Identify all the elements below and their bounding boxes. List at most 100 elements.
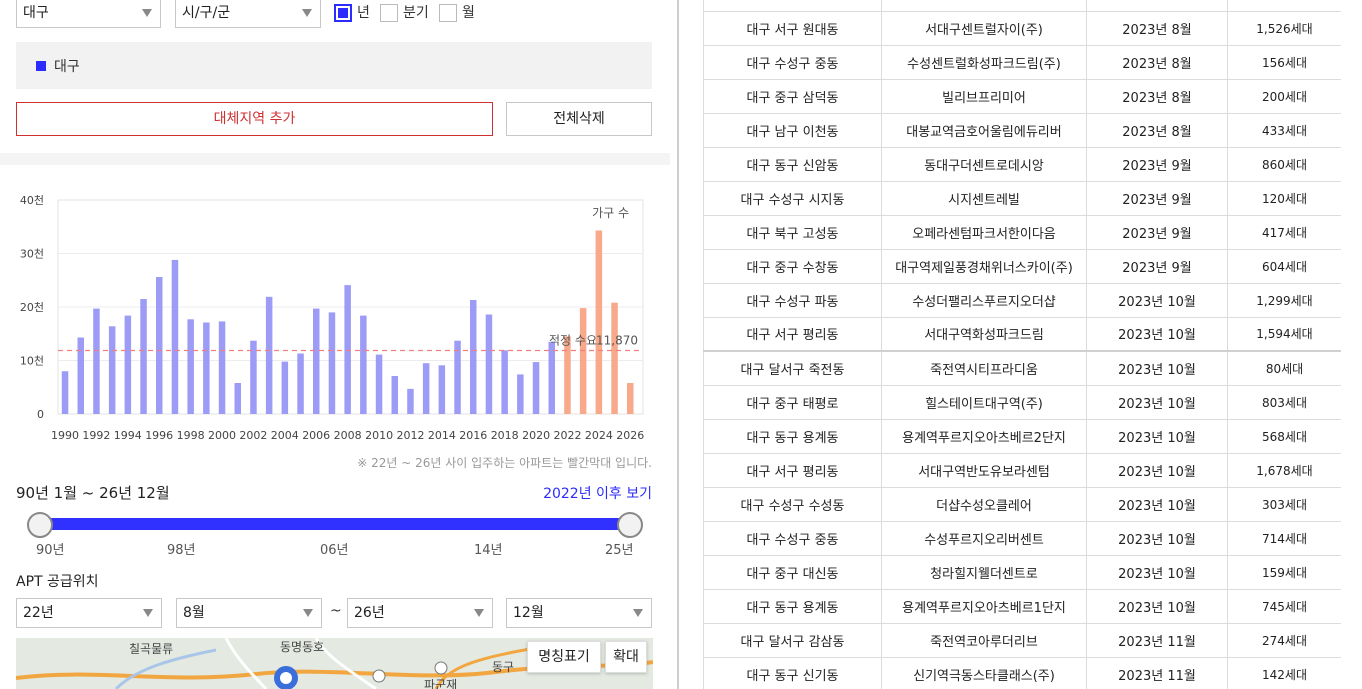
checkbox-icon (380, 4, 398, 22)
x-tick-label: 2008 (334, 429, 362, 442)
table-row[interactable]: 대구 서구 평리동 서대구역반도유보라센텀 2023년 10월 1,678세대 (703, 452, 1341, 488)
row-date-cell: 2023년 10월 (1086, 384, 1228, 420)
region-select[interactable]: 대구 (16, 0, 161, 28)
row-units-cell: 303세대 (1227, 486, 1341, 522)
district-select[interactable]: 시/구/군 (175, 0, 321, 28)
x-tick-label: 2002 (239, 429, 267, 442)
row-name-cell: 빌리브프리미어 (881, 78, 1087, 114)
period-year-checkbox[interactable]: 년 (334, 4, 370, 24)
period-quarter-checkbox[interactable]: 분기 (380, 4, 429, 24)
chart-bar (171, 259, 179, 414)
table-row[interactable]: 대구 달서구 감삼동 죽전역코아루더리브 2023년 11월 274세대 (703, 622, 1341, 658)
chart-bar (140, 299, 147, 414)
supply-table-panel: 대구 서구 원대동 서대구센트럴자이(주) 2023년 8월 1,526세대 대구 수성… (703, 0, 1341, 689)
zoom-button[interactable]: 확대 (605, 641, 647, 673)
name-toggle-button[interactable]: 명칭표기 (527, 641, 601, 673)
row-name-cell: 용계역푸르지오아츠베르2단지 (881, 418, 1087, 454)
row-name-cell: 힐스테이트대구역(주) (881, 384, 1087, 420)
row-date-cell: 2023년 10월 (1086, 350, 1228, 386)
to-month-select[interactable]: 12월 (506, 598, 652, 628)
table-row[interactable]: 대구 중구 대신동 청라힐지웰더센트로 2023년 10월 159세대 (703, 554, 1341, 590)
table-row[interactable]: 대구 수성구 시지동 시지센트레빌 2023년 9월 120세대 (703, 180, 1341, 216)
x-tick-label: 1990 (51, 429, 79, 442)
table-row[interactable]: 대구 수성구 수성동 더샵수성오클레어 2023년 10월 303세대 (703, 486, 1341, 522)
delete-all-button[interactable]: 전체삭제 (506, 102, 652, 136)
table-row[interactable]: 대구 중구 삼덕동 빌리브프리미어 2023년 8월 200세대 (703, 78, 1341, 114)
chevron-down-icon (143, 609, 153, 617)
row-area-cell: 대구 남구 이천동 (703, 112, 882, 148)
chevron-down-icon (142, 9, 152, 17)
row-area-cell: 대구 수성구 수성동 (703, 486, 882, 522)
row-name-cell: 서대구역반도유보라센텀 (881, 452, 1087, 488)
table-row[interactable]: 대구 남구 이천동 대봉교역금호어울림에듀리버 2023년 8월 433세대 (703, 112, 1341, 148)
row-area-cell: 대구 중구 삼덕동 (703, 78, 882, 114)
checkbox-icon (439, 4, 457, 22)
row-date-cell: 2023년 8월 (1086, 78, 1228, 114)
row-units-cell: 568세대 (1227, 418, 1341, 454)
row-units-cell: 142세대 (1227, 656, 1341, 689)
row-units-cell: 604세대 (1227, 248, 1341, 284)
map-view[interactable]: 칠곡물류 동명동호 파군재 동구 명칭표기 확대 (16, 638, 653, 689)
table-row[interactable]: 대구 중구 태평로 힐스테이트대구역(주) 2023년 10월 803세대 (703, 384, 1341, 420)
district-select-value: 시/구/군 (182, 5, 231, 21)
chart-bar (627, 383, 634, 414)
row-area-cell: 대구 서구 평리동 (703, 452, 882, 488)
table-row[interactable]: 대구 동구 용계동 용계역푸르지오아츠베르2단지 2023년 10월 568세대 (703, 418, 1341, 454)
chart-bar (203, 322, 210, 414)
row-name-cell: 수성더팰리스푸르지오더샵 (881, 282, 1087, 318)
to-year-select[interactable]: 26년 (347, 598, 493, 628)
row-date-cell: 2023년 9월 (1086, 146, 1228, 182)
table-row[interactable]: 대구 북구 고성동 오페라센텀파크서한이다음 2023년 9월 417세대 (703, 214, 1341, 250)
x-tick-label: 2026 (616, 429, 644, 442)
supply-table: 대구 서구 원대동 서대구센트럴자이(주) 2023년 8월 1,526세대 대구 수성… (703, 0, 1341, 689)
slider-tick-label: 98년 (167, 543, 196, 558)
row-name-cell: 오페라센텀파크서한이다음 (881, 214, 1087, 250)
add-region-button[interactable]: 대체지역 추가 (16, 102, 493, 136)
table-row[interactable]: 대구 중구 수창동 대구역제일풍경채위너스카이(주) 2023년 9월 604세대 (703, 248, 1341, 284)
row-area-cell: 대구 달서구 죽전동 (703, 350, 882, 386)
range-slider-end-handle[interactable] (617, 512, 643, 538)
table-row[interactable]: 대구 동구 신암동 동대구더센트로데시앙 2023년 9월 860세대 (703, 146, 1341, 182)
left-panel: 대구 시/구/군 년 분기 월 대구 대체지역 추가 전체삭제 40천 30천 20… (0, 0, 670, 689)
selected-region-label: 대구 (54, 59, 80, 75)
chart-bar (564, 336, 571, 414)
apt-location-title: APT 공급위치 (16, 574, 99, 590)
range-tilde: ~ (330, 603, 342, 619)
table-row[interactable]: 대구 서구 평리동 서대구역화성파크드림 2023년 10월 1,594세대 (703, 316, 1341, 352)
row-area-cell: 대구 서구 평리동 (703, 316, 882, 352)
chart-bar (532, 362, 540, 414)
chart-bar (548, 341, 555, 414)
row-units-cell: 1,526세대 (1227, 10, 1341, 46)
chevron-down-icon (633, 609, 643, 617)
y-tick-label: 20천 (20, 300, 44, 314)
range-slider-track[interactable] (40, 518, 630, 530)
table-row[interactable]: 대구 동구 용계동 용계역푸르지오아츠베르1단지 2023년 10월 745세대 (703, 588, 1341, 624)
from-year-select[interactable]: 22년 (16, 598, 162, 628)
table-row[interactable]: 대구 수성구 중동 수성센트럴화성파크드림(주) 2023년 8월 156세대 (703, 44, 1341, 80)
period-month-checkbox[interactable]: 월 (439, 4, 475, 24)
section-divider (0, 153, 670, 165)
row-name-cell: 대봉교역금호어울림에듀리버 (881, 112, 1087, 148)
chart-legend-label: 가구 수 (592, 206, 629, 220)
row-area-cell: 대구 동구 신암동 (703, 146, 882, 182)
view-after-2022-link[interactable]: 2022년 이후 보기 (543, 483, 652, 503)
row-units-cell: 714세대 (1227, 520, 1341, 556)
table-row[interactable]: 대구 서구 원대동 서대구센트럴자이(주) 2023년 8월 1,526세대 (703, 10, 1341, 46)
row-name-cell: 더샵수성오클레어 (881, 486, 1087, 522)
to-month-value: 12월 (513, 605, 544, 621)
table-row[interactable]: 대구 수성구 중동 수성푸르지오리버센트 2023년 10월 714세대 (703, 520, 1341, 556)
table-row[interactable]: 대구 수성구 파동 수성더팰리스푸르지오더샵 2023년 10월 1,299세대 (703, 282, 1341, 318)
row-name-cell: 동대구더센트로데시앙 (881, 146, 1087, 182)
chart-bar (579, 308, 587, 414)
table-row[interactable]: 대구 동구 신기동 신기역극동스타클래스(주) 2023년 11월 142세대 (703, 656, 1341, 689)
table-row[interactable]: 대구 달서구 죽전동 죽전역시티프라디움 2023년 10월 80세대 (703, 350, 1341, 386)
row-date-cell: 2023년 10월 (1086, 554, 1228, 590)
from-month-select[interactable]: 8월 (176, 598, 322, 628)
row-area-cell: 대구 달서구 감삼동 (703, 622, 882, 658)
panel-divider[interactable] (677, 0, 679, 689)
row-units-cell: 159세대 (1227, 554, 1341, 590)
range-slider-start-handle[interactable] (27, 512, 53, 538)
row-date-cell: 2023년 10월 (1086, 486, 1228, 522)
x-tick-label: 2024 (585, 429, 613, 442)
chart-bar (265, 296, 273, 414)
